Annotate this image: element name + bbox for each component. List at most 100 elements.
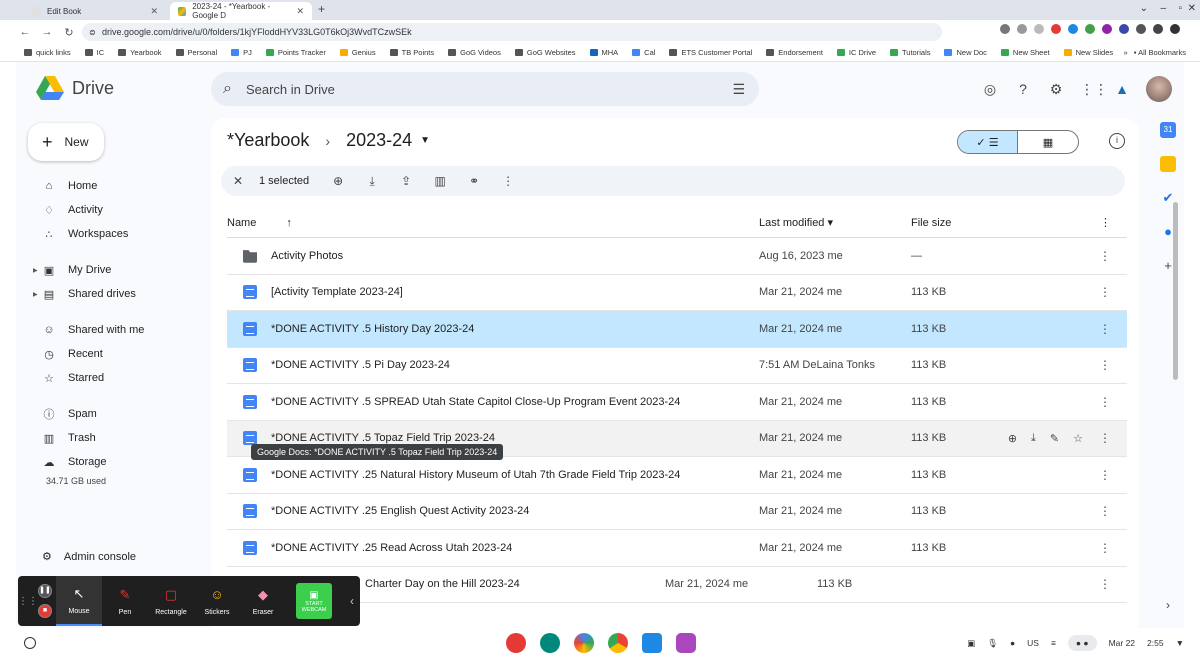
- sort-arrow-up-icon[interactable]: ↑: [286, 217, 292, 229]
- bookmark-item[interactable]: Cal: [632, 48, 655, 57]
- back-icon[interactable]: ←: [14, 26, 36, 38]
- tab-drive[interactable]: 2023-24 - *Yearbook - Google D ✕: [170, 2, 312, 20]
- bookmark-item[interactable]: Tutorials: [890, 48, 930, 57]
- table-row[interactable]: *DONE ACTIVITY .25 English Quest Activit…: [227, 494, 1127, 530]
- kebab-menu-icon[interactable]: ⋮: [1099, 358, 1111, 372]
- table-row[interactable]: Activity Photos Aug 16, 2023 me — ⋮: [227, 238, 1127, 275]
- table-row[interactable]: *DONE ACTIVITY .5 Pi Day 2023-24 7:51 AM…: [227, 348, 1127, 384]
- site-info-icon[interactable]: ⊜: [89, 28, 96, 37]
- extension-icon[interactable]: [1102, 24, 1112, 34]
- bookmark-item[interactable]: GoG Websites: [514, 48, 576, 57]
- move-icon[interactable]: ⇪: [399, 174, 413, 188]
- add-addon-icon[interactable]: +: [1160, 258, 1176, 274]
- sidebar-item-shared-with-me[interactable]: ☺ Shared with me: [28, 318, 208, 342]
- kebab-menu-icon[interactable]: ⋮: [1100, 216, 1111, 229]
- column-name[interactable]: Name ↑: [227, 217, 759, 229]
- app-icon[interactable]: [506, 633, 526, 653]
- gear-icon[interactable]: ⚙: [1047, 80, 1065, 98]
- table-row[interactable]: Charter Day on the Hill 2023-24 Mar 21, …: [227, 567, 1127, 603]
- mouse-tool-button[interactable]: ↖ Mouse: [56, 576, 102, 626]
- offline-status-icon[interactable]: ◎: [981, 80, 999, 98]
- share-icon[interactable]: [1017, 24, 1027, 34]
- table-row[interactable]: *DONE ACTIVITY .25 Read Across Utah 2023…: [227, 530, 1127, 567]
- reload-icon[interactable]: ↻: [58, 26, 80, 39]
- kebab-menu-icon[interactable]: ⋮: [1099, 468, 1111, 482]
- stickers-tool-button[interactable]: ☺ Stickers: [194, 576, 240, 626]
- app-icon[interactable]: [676, 633, 696, 653]
- list-view-button[interactable]: ✓ ☰: [958, 131, 1019, 153]
- table-row[interactable]: *DONE ACTIVITY .5 SPREAD Utah State Capi…: [227, 384, 1127, 421]
- grid-view-button[interactable]: ▦: [1018, 131, 1078, 153]
- calendar-icon[interactable]: 31: [1160, 122, 1176, 138]
- sidebar-item-trash[interactable]: ▥ Trash: [28, 426, 208, 450]
- stop-icon[interactable]: ■: [38, 604, 52, 618]
- kebab-menu-icon[interactable]: ⋮: [1099, 285, 1111, 299]
- column-last-modified[interactable]: Last modified ▾: [759, 216, 911, 229]
- share-icon[interactable]: ⊕: [1008, 432, 1017, 445]
- bookmark-item[interactable]: Points Tracker: [265, 48, 326, 57]
- bookmark-item[interactable]: Endorsement: [766, 48, 823, 57]
- download-icon[interactable]: ⤓: [365, 174, 379, 189]
- rectangle-tool-button[interactable]: ▢ Rectangle: [148, 576, 194, 626]
- cast-icon[interactable]: [1000, 24, 1010, 34]
- trash-icon[interactable]: ▥: [433, 174, 447, 188]
- pen-tool-button[interactable]: ✎ Pen: [102, 576, 148, 626]
- start-webcam-button[interactable]: ▣ START WEBCAM: [296, 583, 332, 619]
- sidebar-item-shared-drives[interactable]: ▶ ▤ Shared drives: [28, 282, 208, 306]
- puzzle-icon[interactable]: [1136, 24, 1146, 34]
- apps-grid-icon[interactable]: ⋮⋮: [1080, 80, 1108, 98]
- bookmark-item[interactable]: IC Drive: [836, 48, 876, 57]
- sidebar-item-my-drive[interactable]: ▶ ▣ My Drive: [28, 258, 208, 282]
- clipboard-icon[interactable]: ≡: [1051, 638, 1056, 648]
- kebab-menu-icon[interactable]: ⋮: [1099, 322, 1111, 336]
- bookmark-item[interactable]: IC: [84, 48, 104, 57]
- camera-indicator-icon[interactable]: ●: [1010, 638, 1015, 648]
- kebab-menu-icon[interactable]: ⋮: [1099, 395, 1111, 409]
- breadcrumb-parent[interactable]: *Yearbook: [227, 130, 309, 151]
- chevron-right-icon[interactable]: ›: [1166, 598, 1170, 612]
- bookmark-item[interactable]: New Slides: [1063, 48, 1113, 57]
- tab-edit-book[interactable]: Edit Book ✕: [24, 2, 166, 20]
- more-bookmarks-button[interactable]: »: [1124, 48, 1128, 57]
- kebab-menu-icon[interactable]: ⋮: [1099, 504, 1111, 518]
- share-icon[interactable]: ⊕: [331, 174, 345, 188]
- table-row[interactable]: *DONE ACTIVITY .25 Natural History Museu…: [227, 457, 1127, 494]
- extension-icon[interactable]: [1068, 24, 1078, 34]
- launcher-icon[interactable]: [24, 637, 36, 649]
- link-icon[interactable]: ⚭: [467, 174, 481, 188]
- bookmark-item[interactable]: PJ: [231, 48, 252, 57]
- sidebar-item-starred[interactable]: ☆ Starred: [28, 366, 208, 390]
- kebab-menu-icon[interactable]: ⋮: [1099, 577, 1111, 591]
- new-button[interactable]: + New: [28, 123, 104, 161]
- search-options-icon[interactable]: ☰: [732, 81, 745, 98]
- sidebar-item-workspaces[interactable]: ∴ Workspaces: [28, 222, 208, 246]
- help-icon[interactable]: ?: [1014, 80, 1032, 98]
- bookmark-item[interactable]: MHA: [589, 48, 618, 57]
- sidebar-item-spam[interactable]: ⓘ Spam: [28, 402, 208, 426]
- files-icon[interactable]: [642, 633, 662, 653]
- address-bar[interactable]: ⊜ drive.google.com/drive/u/0/folders/1kj…: [82, 23, 942, 41]
- close-icon[interactable]: ✕: [150, 6, 158, 17]
- star-icon[interactable]: ☆: [1073, 432, 1083, 445]
- keep-icon[interactable]: [1160, 156, 1176, 172]
- app-icon[interactable]: [540, 633, 560, 653]
- chrome-icon[interactable]: [608, 633, 628, 653]
- kebab-menu-icon[interactable]: ⋮: [1099, 249, 1111, 263]
- minimize-icon[interactable]: –: [1160, 3, 1166, 14]
- new-tab-icon[interactable]: +: [318, 2, 325, 16]
- sidebar-item-home[interactable]: ⌂ Home: [28, 174, 208, 198]
- bookmark-item[interactable]: Yearbook: [118, 48, 162, 57]
- sidebar-item-recent[interactable]: ◷ Recent: [28, 342, 208, 366]
- bookmark-item[interactable]: GoG Videos: [448, 48, 501, 57]
- bookmark-item[interactable]: TB Points: [389, 48, 434, 57]
- close-icon[interactable]: ✕: [296, 6, 304, 17]
- kebab-menu-icon[interactable]: ⋮: [1099, 431, 1111, 445]
- column-file-size[interactable]: File size: [911, 217, 1011, 229]
- search-input[interactable]: ⌕ Search in Drive ☰: [211, 72, 759, 106]
- drive-logo[interactable]: Drive: [36, 76, 114, 100]
- table-row-selected[interactable]: *DONE ACTIVITY .5 History Day 2023-24 Ma…: [227, 311, 1127, 348]
- screenshot-icon[interactable]: ▣: [967, 638, 975, 649]
- bookmark-item[interactable]: New Doc: [944, 48, 987, 57]
- window-close-icon[interactable]: ✕: [1188, 3, 1196, 14]
- sidebar-item-activity[interactable]: ♢ Activity: [28, 198, 208, 222]
